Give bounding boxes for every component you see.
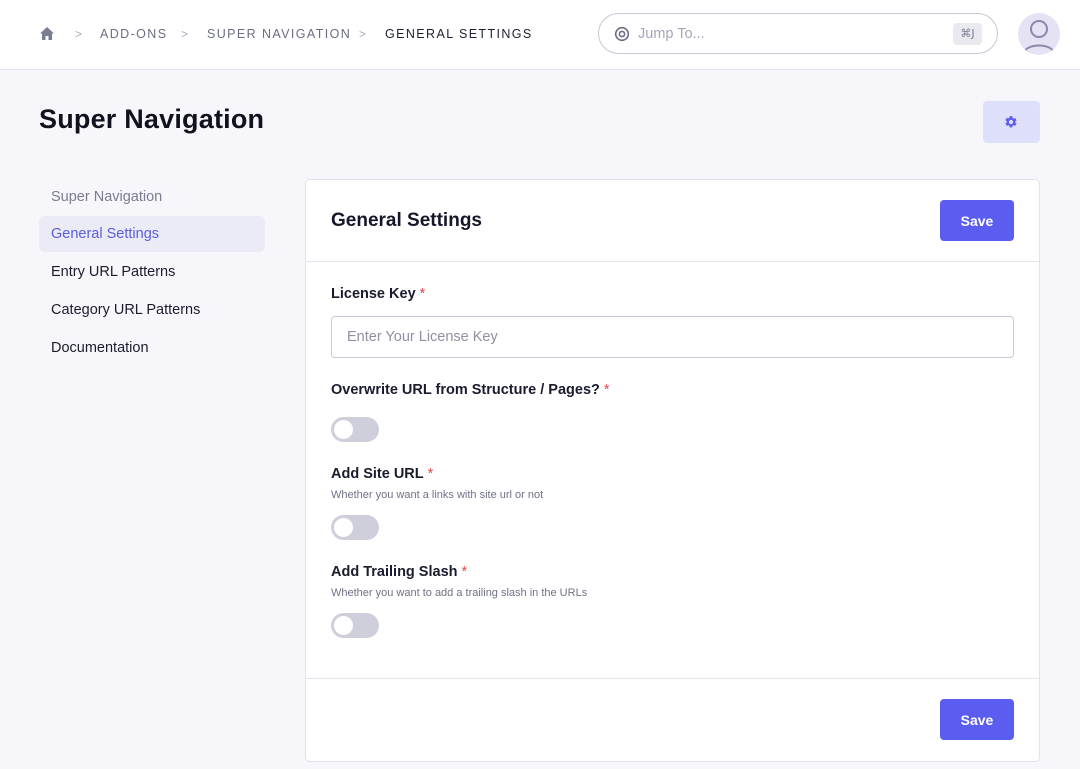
overwrite-url-label-text: Overwrite URL from Structure / Pages? <box>331 382 600 398</box>
sidebar-item-super-navigation[interactable]: Super Navigation <box>39 179 265 215</box>
add-site-url-label-text: Add Site URL <box>331 466 424 482</box>
save-button-top[interactable]: Save <box>940 200 1014 241</box>
add-site-url-description: Whether you want a links with site url o… <box>331 489 544 501</box>
breadcrumb-add-ons[interactable]: ADD-ONS <box>100 27 167 41</box>
settings-button[interactable] <box>983 101 1040 143</box>
breadcrumb-general-settings: GENERAL SETTINGS <box>385 27 533 41</box>
breadcrumb-super-navigation[interactable]: SUPER NAVIGATION <box>207 27 351 41</box>
toggle-knob <box>334 616 353 635</box>
sidebar-item-documentation[interactable]: Documentation <box>39 330 265 366</box>
panel-title: General Settings <box>331 210 482 231</box>
page-title: Super Navigation <box>39 104 265 134</box>
panel-footer: Save <box>306 678 1039 761</box>
toggle-knob <box>334 518 353 537</box>
required-mark: * <box>603 382 610 398</box>
toggle-knob <box>334 420 353 439</box>
overwrite-url-label: Overwrite URL from Structure / Pages? * <box>331 382 610 398</box>
keyboard-shortcut-badge: ⌘J <box>953 23 982 45</box>
sidebar-item-entry-url-patterns[interactable]: Entry URL Patterns <box>39 254 265 290</box>
trailing-slash-label: Add Trailing Slash * <box>331 564 467 580</box>
trailing-slash-label-text: Add Trailing Slash <box>331 564 458 580</box>
trailing-slash-description: Whether you want to add a trailing slash… <box>331 587 588 599</box>
user-avatar-icon[interactable] <box>1018 13 1060 55</box>
trailing-slash-toggle[interactable] <box>331 613 379 638</box>
license-key-input[interactable] <box>331 316 1014 358</box>
add-site-url-toggle[interactable] <box>331 515 379 540</box>
home-icon[interactable] <box>39 26 55 42</box>
license-key-label: License Key * <box>331 286 425 302</box>
required-mark: * <box>461 564 468 580</box>
jump-to-search[interactable]: ⌘J <box>598 13 998 54</box>
breadcrumb-separator: > <box>75 27 83 41</box>
required-mark: * <box>427 466 434 482</box>
gear-icon <box>1005 116 1017 128</box>
breadcrumb-separator: > <box>359 27 367 41</box>
sidebar-item-category-url-patterns[interactable]: Category URL Patterns <box>39 292 265 328</box>
sidebar-item-general-settings[interactable]: General Settings <box>39 216 265 252</box>
save-button-bottom[interactable]: Save <box>940 699 1014 740</box>
overwrite-url-toggle[interactable] <box>331 417 379 442</box>
target-icon <box>614 26 630 42</box>
panel-header: General Settings Save <box>306 180 1039 262</box>
required-mark: * <box>419 286 426 302</box>
add-site-url-label: Add Site URL * <box>331 466 433 482</box>
jump-to-input[interactable] <box>636 23 936 45</box>
license-key-label-text: License Key <box>331 286 416 302</box>
breadcrumb-separator: > <box>181 27 189 41</box>
top-bar: > ADD-ONS > SUPER NAVIGATION > GENERAL S… <box>0 0 1080 70</box>
settings-panel: General Settings Save License Key* Overw… <box>305 179 1040 762</box>
